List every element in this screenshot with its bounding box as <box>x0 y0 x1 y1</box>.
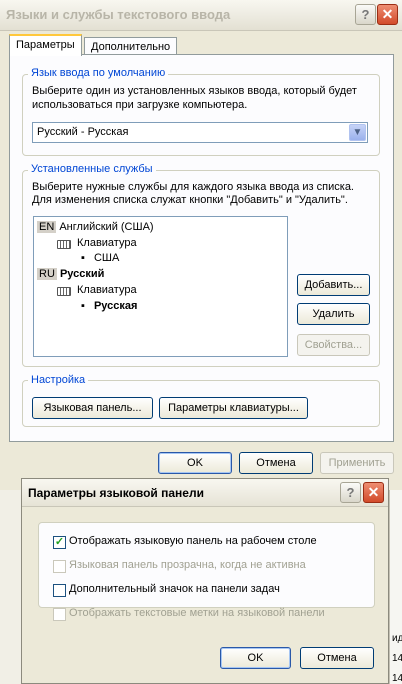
dialog-title: Параметры языковой панели <box>28 486 204 500</box>
background-window-edge-right: ид 14 14 <box>389 490 402 684</box>
checkbox-disabled <box>53 608 66 621</box>
option-label: Отображать языковую панель на рабочем ст… <box>69 535 317 547</box>
tree-item-language-label: Английский (США) <box>59 221 154 233</box>
tree-item-group-label: Клавиатура <box>77 237 137 249</box>
edge-text-1: ид <box>392 633 402 644</box>
settings-title: Настройка <box>28 374 89 386</box>
keyboard-icon <box>57 240 71 249</box>
tree-item-layout-label: Русская <box>93 300 138 312</box>
language-code-badge: EN <box>37 221 57 233</box>
tab-settings-label: Параметры <box>16 39 75 51</box>
main-titlebar: Языки и службы текстового ввода ? ✕ <box>0 0 402 31</box>
tab-settings[interactable]: Параметры <box>9 34 82 56</box>
tab-advanced-label: Дополнительно <box>91 41 171 53</box>
tree-item-english[interactable]: EN Английский (США) <box>37 220 154 235</box>
tree-item-layout-en[interactable]: ▪ США <box>81 252 119 264</box>
ok-button[interactable]: OK <box>158 452 232 474</box>
dialog-titlebar: Параметры языковой панели ? ✕ <box>22 479 388 507</box>
bullet-icon: ▪ <box>81 300 85 312</box>
tree-item-group-label: Клавиатура <box>77 284 137 296</box>
tree-item-layout-ru[interactable]: ▪ Русская <box>81 300 137 312</box>
tree-item-language-label: Русский <box>59 268 105 280</box>
default-language-value: Русский - Русская <box>37 126 129 138</box>
add-button[interactable]: Добавить... <box>297 274 370 296</box>
help-icon[interactable]: ? <box>340 482 361 503</box>
edge-text-3: 14 <box>392 673 402 684</box>
option-label: Отображать текстовые метки на языковой п… <box>69 607 325 619</box>
default-language-description-1: Выберите один из установленных языков вв… <box>32 85 357 97</box>
installed-services-description-2: Для изменения списка служат кнопки "Доба… <box>32 194 348 206</box>
checkbox-checked[interactable]: ✓ <box>53 536 66 549</box>
checkbox[interactable] <box>53 584 66 597</box>
close-icon[interactable]: ✕ <box>377 4 398 25</box>
tree-item-keyboard-ru[interactable]: Клавиатура <box>57 284 137 296</box>
main-window-title: Языки и службы текстового ввода <box>6 7 231 22</box>
default-language-select[interactable]: Русский - Русская ▼ <box>32 122 368 143</box>
apply-button[interactable]: Применить <box>320 452 394 474</box>
tree-item-layout-label: США <box>93 252 120 264</box>
properties-button[interactable]: Свойства... <box>297 334 370 356</box>
services-tree[interactable]: EN Английский (США) Клавиатура ▪ США RU … <box>33 216 288 357</box>
installed-services-title: Установленные службы <box>28 163 156 175</box>
close-icon[interactable]: ✕ <box>363 482 384 503</box>
bullet-icon: ▪ <box>81 252 85 264</box>
background-window-edge <box>0 490 21 684</box>
keyboard-icon <box>57 287 71 296</box>
text-services-window: Языки и службы текстового ввода ? ✕ Пара… <box>0 0 402 490</box>
dialog-cancel-button[interactable]: Отмена <box>300 647 374 669</box>
checkbox-disabled <box>53 560 66 573</box>
option-label: Дополнительный значок на панели задач <box>69 583 280 595</box>
default-language-description-2: использоваться при загрузке компьютера. <box>32 99 248 111</box>
chevron-down-icon[interactable]: ▼ <box>349 124 366 141</box>
help-icon[interactable]: ? <box>355 4 376 25</box>
remove-button[interactable]: Удалить <box>297 303 370 325</box>
tree-item-russian[interactable]: RU Русский <box>37 267 104 282</box>
key-settings-button[interactable]: Параметры клавиатуры... <box>159 397 308 419</box>
tree-item-keyboard-en[interactable]: Клавиатура <box>57 237 137 249</box>
option-label: Языковая панель прозрачна, когда не акти… <box>69 559 306 571</box>
default-language-title: Язык ввода по умолчанию <box>28 67 169 79</box>
language-bar-dialog: Параметры языковой панели ? ✕ ✓ Отобража… <box>21 478 389 684</box>
language-bar-button[interactable]: Языковая панель... <box>32 397 153 419</box>
installed-services-description-1: Выберите нужные службы для каждого языка… <box>32 181 354 193</box>
dialog-ok-button[interactable]: OK <box>220 647 291 669</box>
edge-text-2: 14 <box>392 653 402 664</box>
cancel-button[interactable]: Отмена <box>239 452 313 474</box>
language-code-badge: RU <box>37 268 57 280</box>
